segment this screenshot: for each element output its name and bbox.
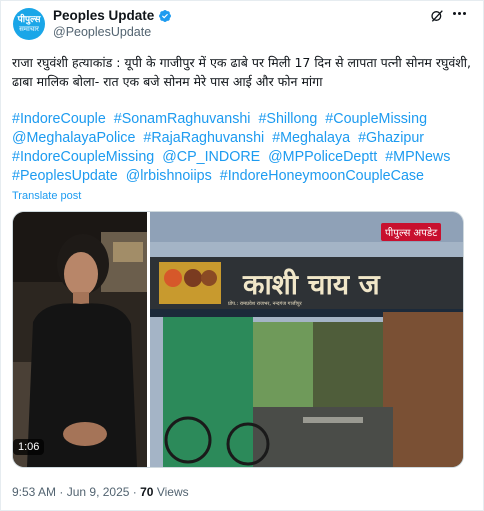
post-meta: 9:53 AM · Jun 9, 2025 · 70 Views <box>12 485 189 499</box>
display-name-text[interactable]: Peoples Update <box>53 8 154 23</box>
views-count: 70 <box>140 485 154 499</box>
hashtag-link[interactable]: @MeghalayaPolice <box>12 130 135 146</box>
hashtag-link[interactable]: @CP_INDORE <box>162 149 260 165</box>
meta-separator: · <box>59 485 67 499</box>
post-text: राजा रघुवंशी हत्याकांड : यूपी के गाजीपुर… <box>12 55 472 89</box>
display-name[interactable]: Peoples Update <box>53 8 172 23</box>
views-label: Views <box>156 485 189 499</box>
hashtag-link[interactable]: #IndoreCoupleMissing <box>12 149 154 165</box>
watermark-badge: पीपुल्स अपडेट <box>381 223 442 241</box>
avatar-text-2: समाचार <box>19 24 39 33</box>
hashtag-link[interactable]: #Shillong <box>258 111 317 127</box>
media-container[interactable]: काशी चाय ज प्रोप.: रामप्रवेश राजभर, नन्द… <box>12 211 464 468</box>
avatar[interactable]: पीपुल्स समाचार <box>13 8 45 40</box>
hashtag-list: #IndoreCouple #SonamRaghuvanshi #Shillon… <box>12 110 474 186</box>
hashtag-link[interactable]: #CoupleMissing <box>325 111 427 127</box>
hashtag-link[interactable]: @lrbishnoiips <box>126 168 212 184</box>
dhaba-photo[interactable] <box>150 212 463 467</box>
hashtag-link[interactable]: @MPPoliceDeptt <box>268 149 377 165</box>
hashtag-link[interactable]: #IndoreHoneymoonCoupleCase <box>220 168 424 184</box>
hashtag-link[interactable]: #IndoreCouple <box>12 111 106 127</box>
hashtag-link[interactable]: #SonamRaghuvanshi <box>114 111 251 127</box>
video-thumbnail[interactable] <box>13 212 147 467</box>
hashtag-link[interactable]: #Ghazipur <box>358 130 424 146</box>
dhaba-sign-small: प्रोप.: रामप्रवेश राजभर, नन्दगंज गाजीपुर <box>228 300 303 307</box>
more-icon[interactable] <box>453 12 466 15</box>
post-card[interactable]: पीपुल्स समाचार Peoples Update @PeoplesUp… <box>0 0 484 511</box>
hashtag-link[interactable]: #PeoplesUpdate <box>12 168 118 184</box>
video-duration: 1:06 <box>13 439 45 455</box>
post-time[interactable]: 9:53 AM <box>12 485 56 499</box>
user-handle[interactable]: @PeoplesUpdate <box>53 25 151 39</box>
translate-post-link[interactable]: Translate post <box>12 190 81 202</box>
grok-icon[interactable] <box>429 8 445 24</box>
hashtag-link[interactable]: #RajaRaghuvanshi <box>143 130 264 146</box>
avatar-text-1: पीपुल्स <box>17 14 41 25</box>
verified-badge-icon <box>159 9 172 22</box>
dhaba-sign: काशी चाय ज <box>242 268 381 301</box>
hashtag-link[interactable]: #MPNews <box>385 149 450 165</box>
post-date[interactable]: Jun 9, 2025 <box>67 485 130 499</box>
hashtag-link[interactable]: #Meghalaya <box>272 130 350 146</box>
